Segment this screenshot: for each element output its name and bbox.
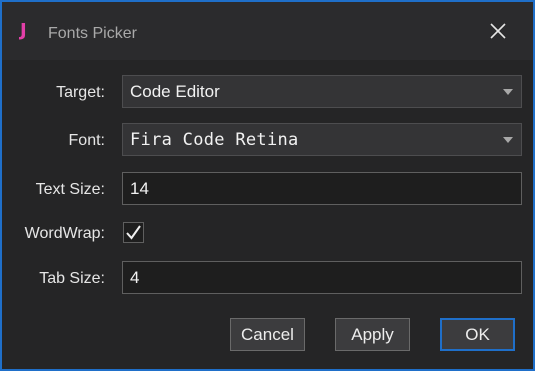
target-value: Code Editor (130, 81, 220, 101)
font-value: Fira Code Retina (130, 129, 299, 150)
app-logo-icon: J (20, 20, 27, 41)
fonts-picker-dialog: J Fonts Picker Target: Code Editor Font:… (0, 0, 535, 371)
ok-button[interactable]: OK (440, 318, 515, 351)
title-bar[interactable]: J Fonts Picker (2, 2, 533, 60)
close-icon (490, 23, 506, 39)
checkmark-icon (126, 225, 141, 240)
text-size-label: Text Size: (35, 181, 105, 198)
font-select[interactable]: Fira Code Retina (122, 123, 522, 156)
wordwrap-label: WordWrap: (24, 225, 105, 242)
target-label: Target: (56, 84, 105, 101)
cancel-button[interactable]: Cancel (230, 318, 305, 351)
close-button[interactable] (489, 22, 507, 40)
font-label: Font: (68, 132, 105, 149)
chevron-down-icon (503, 137, 513, 143)
window-title: Fonts Picker (48, 25, 137, 42)
tab-size-label: Tab Size: (39, 270, 105, 287)
wordwrap-checkbox[interactable] (123, 222, 144, 243)
target-select[interactable]: Code Editor (122, 75, 522, 108)
tab-size-input[interactable]: 4 (122, 261, 522, 294)
apply-button[interactable]: Apply (335, 318, 410, 351)
text-size-input[interactable]: 14 (122, 172, 522, 205)
chevron-down-icon (503, 89, 513, 95)
text-size-value: 14 (130, 178, 149, 198)
tab-size-value: 4 (130, 267, 140, 287)
